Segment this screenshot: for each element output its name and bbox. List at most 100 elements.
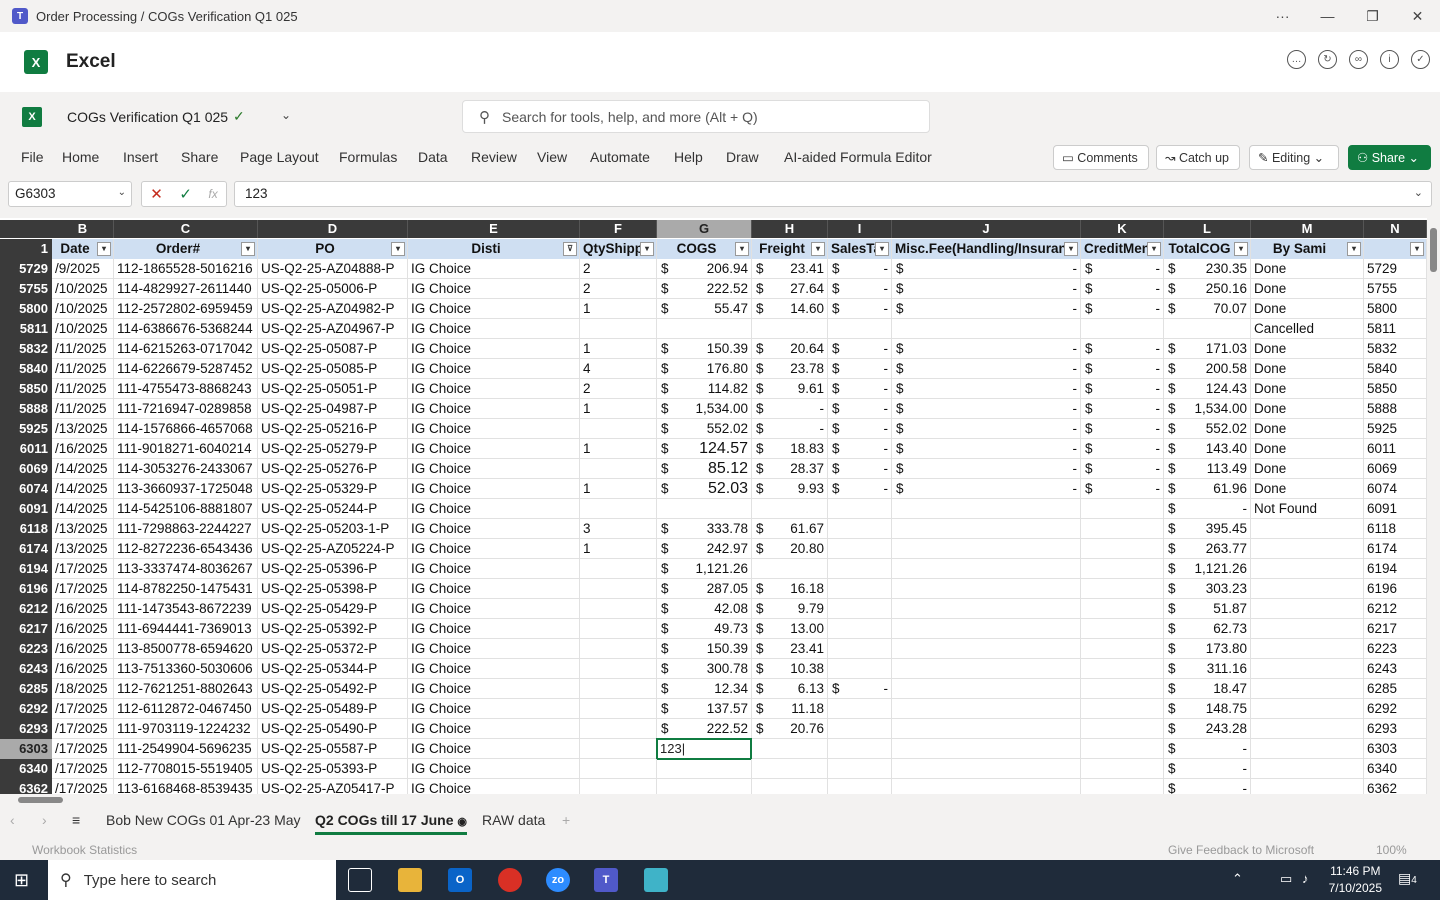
filter-applied-icon[interactable]: ⊽	[563, 242, 577, 256]
row-number[interactable]: 6091	[0, 499, 52, 519]
row-number[interactable]: 6011	[0, 439, 52, 459]
insert-function-icon[interactable]: fx	[208, 187, 217, 201]
cell-d[interactable]: US-Q2-25-05492-P	[258, 679, 408, 699]
cell-e[interactable]: IG Choice	[408, 559, 580, 579]
cell-c[interactable]: 111-9703119-1224232	[114, 719, 258, 739]
cell-b[interactable]: /16/2025	[52, 659, 114, 679]
cell-g[interactable]: $114.82	[657, 379, 752, 399]
cell-b[interactable]: /17/2025	[52, 719, 114, 739]
cell-k[interactable]: $ -	[1081, 359, 1164, 379]
cell-g[interactable]: $222.52	[657, 279, 752, 299]
cell-m[interactable]	[1251, 759, 1364, 779]
cell-g[interactable]: $55.47	[657, 299, 752, 319]
cell-n[interactable]: 5925	[1364, 419, 1427, 439]
cell-g[interactable]: $49.73	[657, 619, 752, 639]
share-button[interactable]: ⚇ Share ⌄	[1348, 145, 1431, 170]
row-number[interactable]: 5832	[0, 339, 52, 359]
cell-d[interactable]: US-Q2-25-AZ04982-P	[258, 299, 408, 319]
cell-j[interactable]	[892, 699, 1081, 719]
row-number[interactable]: 6217	[0, 619, 52, 639]
cell-k[interactable]: $ -	[1081, 339, 1164, 359]
cell-b[interactable]: /18/2025	[52, 679, 114, 699]
cell-e[interactable]: IG Choice	[408, 359, 580, 379]
cell-i[interactable]: $ -	[828, 479, 892, 499]
cell-e[interactable]: IG Choice	[408, 619, 580, 639]
cell-f[interactable]	[580, 699, 657, 719]
cell-n[interactable]: 5840	[1364, 359, 1427, 379]
cell-g[interactable]: $150.39	[657, 639, 752, 659]
vertical-scrollbar[interactable]	[1427, 210, 1440, 794]
filter-dropdown-icon[interactable]: ▾	[875, 242, 889, 256]
cell-d[interactable]: US-Q2-25-05392-P	[258, 619, 408, 639]
cell-e[interactable]: IG Choice	[408, 699, 580, 719]
cell-b[interactable]: /16/2025	[52, 599, 114, 619]
cell-i[interactable]	[828, 599, 892, 619]
prev-sheet-icon[interactable]: ‹	[10, 812, 15, 828]
cell-g[interactable]: $137.57	[657, 699, 752, 719]
chevron-up-icon[interactable]: ⌃	[1232, 871, 1243, 887]
horizontal-scroll-thumb[interactable]	[18, 797, 63, 803]
cell-j[interactable]	[892, 519, 1081, 539]
header-cell[interactable]: Misc.Fee(Handling/Insuranc ▾	[892, 239, 1081, 259]
spreadsheet-grid[interactable]: BCDEFGHIJKLMN 1 Date ▾ Order# ▾ PO ▾ Disti ⊽ QtyS…	[0, 220, 1427, 794]
cell-h[interactable]	[752, 759, 828, 779]
filter-dropdown-icon[interactable]: ▾	[241, 242, 255, 256]
shield-icon[interactable]: ✓	[1411, 50, 1430, 69]
cell-g[interactable]: $300.78	[657, 659, 752, 679]
cell-n[interactable]: 6194	[1364, 559, 1427, 579]
cell-i[interactable]	[828, 659, 892, 679]
tab-draw[interactable]: Draw	[726, 149, 759, 165]
cell-h[interactable]: $ -	[752, 399, 828, 419]
cell-j[interactable]	[892, 559, 1081, 579]
cell-c[interactable]: 112-1865528-5016216	[114, 259, 258, 279]
cell-c[interactable]: 111-7298863-2244227	[114, 519, 258, 539]
cell-f[interactable]: 4	[580, 359, 657, 379]
cell-b[interactable]: /16/2025	[52, 439, 114, 459]
clock[interactable]: 11:46 PM 7/10/2025	[1329, 863, 1382, 897]
cell-i[interactable]: $ -	[828, 379, 892, 399]
row-number[interactable]: 6285	[0, 679, 52, 699]
cell-c[interactable]: 114-8782250-1475431	[114, 579, 258, 599]
cell-f[interactable]	[580, 779, 657, 794]
cell-j[interactable]	[892, 739, 1081, 759]
cell-b[interactable]: /17/2025	[52, 779, 114, 794]
tab-data[interactable]: Data	[418, 149, 448, 165]
cell-f[interactable]	[580, 419, 657, 439]
expand-formula-icon[interactable]: ⌄	[1414, 186, 1423, 199]
cell-e[interactable]: IG Choice	[408, 639, 580, 659]
cell-k[interactable]	[1081, 619, 1164, 639]
cell-i[interactable]	[828, 579, 892, 599]
cell-l[interactable]	[1164, 319, 1251, 339]
cell-g[interactable]: $552.02	[657, 419, 752, 439]
tab-help[interactable]: Help	[674, 149, 703, 165]
name-box[interactable]: G6303 ⌄	[8, 181, 132, 207]
cell-l[interactable]: $1,534.00	[1164, 399, 1251, 419]
cell-i[interactable]	[828, 639, 892, 659]
teams-icon[interactable]: T	[594, 868, 618, 892]
cell-i[interactable]	[828, 719, 892, 739]
cell-i[interactable]: $ -	[828, 459, 892, 479]
cell-b[interactable]: /14/2025	[52, 499, 114, 519]
cell-e[interactable]: IG Choice	[408, 499, 580, 519]
header-cell[interactable]: TotalCOG ▾	[1164, 239, 1251, 259]
cell-m[interactable]	[1251, 719, 1364, 739]
cell-k[interactable]	[1081, 739, 1164, 759]
row-number[interactable]: 5755	[0, 279, 52, 299]
cell-k[interactable]: $ -	[1081, 399, 1164, 419]
cell-e[interactable]: IG Choice	[408, 579, 580, 599]
cell-m[interactable]: Cancelled	[1251, 319, 1364, 339]
cell-l[interactable]: $143.40	[1164, 439, 1251, 459]
cell-m[interactable]: Done	[1251, 379, 1364, 399]
cell-k[interactable]: $ -	[1081, 279, 1164, 299]
cell-m[interactable]	[1251, 579, 1364, 599]
cell-c[interactable]: 111-9018271-6040214	[114, 439, 258, 459]
cell-n[interactable]: 6340	[1364, 759, 1427, 779]
cell-k[interactable]: $ -	[1081, 299, 1164, 319]
filter-dropdown-icon[interactable]: ▾	[1410, 242, 1424, 256]
column-header[interactable]: I	[828, 220, 892, 238]
cell-b[interactable]: /13/2025	[52, 419, 114, 439]
sheet-tab-raw-data[interactable]: RAW data	[482, 812, 545, 828]
header-cell[interactable]: By Sami ▾	[1251, 239, 1364, 259]
cell-c[interactable]: 114-1576866-4657068	[114, 419, 258, 439]
search-box[interactable]: ⚲ Search for tools, help, and more (Alt …	[462, 100, 930, 133]
